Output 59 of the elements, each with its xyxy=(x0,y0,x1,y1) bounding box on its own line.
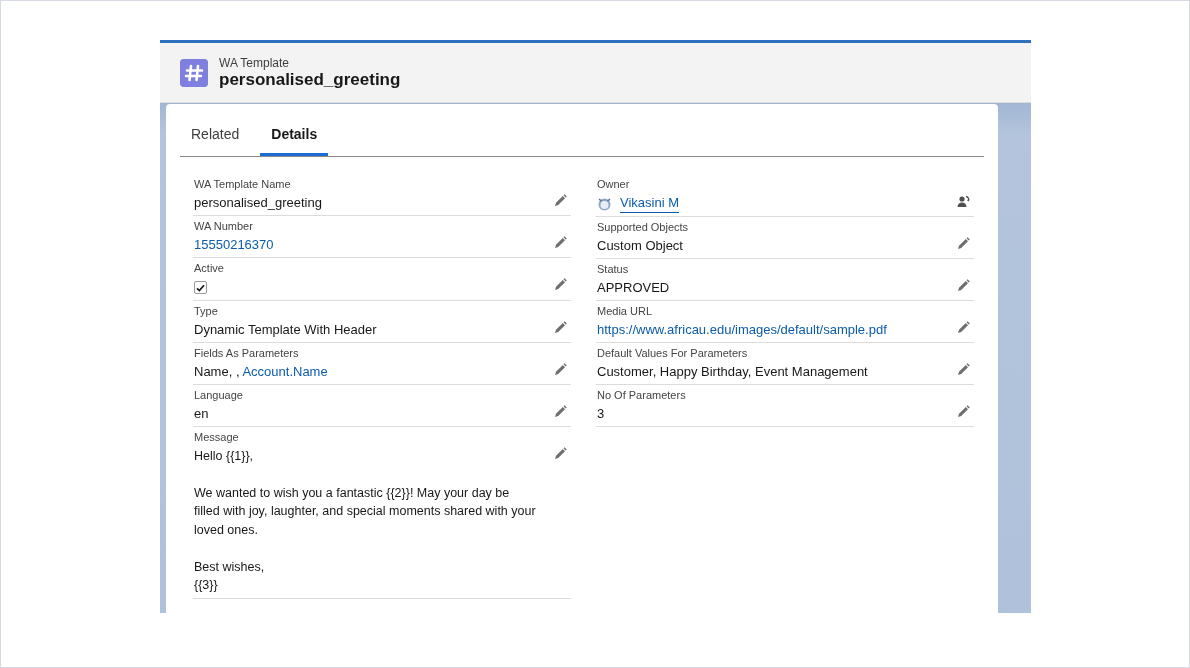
change-owner-button[interactable] xyxy=(956,194,970,208)
edit-button[interactable] xyxy=(956,363,970,377)
field-value: 3 xyxy=(597,406,605,421)
pencil-icon xyxy=(553,446,567,461)
field-link[interactable]: Account.Name xyxy=(242,363,328,379)
field-value: Name, , xyxy=(194,363,241,379)
field-label: No Of Parameters xyxy=(597,388,687,402)
field-value: en xyxy=(194,405,209,421)
pencil-icon xyxy=(956,321,970,335)
field-link[interactable]: 15550216370 xyxy=(194,237,274,252)
field-label: Status xyxy=(597,262,630,276)
pencil-icon xyxy=(956,363,970,377)
field-label: Active xyxy=(194,261,225,275)
field-label: Type xyxy=(194,303,219,318)
checkbox[interactable] xyxy=(194,281,207,294)
field-link[interactable]: https://www.africau.edu/images/default/sample.pdf xyxy=(597,322,887,337)
edit-button[interactable] xyxy=(956,237,970,251)
pencil-icon xyxy=(553,320,567,335)
edit-button[interactable] xyxy=(956,279,970,293)
field-label: Supported Objects xyxy=(597,220,690,234)
pencil-icon xyxy=(956,237,970,251)
avatar-icon xyxy=(597,196,612,211)
field-value: APPROVED xyxy=(597,280,670,295)
field-label: Owner xyxy=(597,177,631,191)
pencil-icon xyxy=(553,362,567,377)
pencil-icon xyxy=(956,279,970,293)
person-arrow-icon xyxy=(956,194,970,208)
edit-button[interactable] xyxy=(553,236,567,250)
edit-button[interactable] xyxy=(956,321,970,335)
app-icon xyxy=(180,58,208,87)
field-label: Default Values For Parameters xyxy=(597,346,749,360)
object-label: WA Template xyxy=(219,55,291,70)
owner-link[interactable]: Vikasini M xyxy=(620,194,679,213)
edit-button[interactable] xyxy=(553,194,567,208)
edit-button[interactable] xyxy=(553,404,567,419)
pencil-icon xyxy=(956,405,970,419)
field-label: Language xyxy=(194,387,244,402)
message-text: Hello {{1}}, We wanted to wish you a fantastic {{2}}! May your day be filled with joy, laughter, and special moments shared with your loved ones. Best wishes, {{3}} xyxy=(194,447,537,594)
edit-button[interactable] xyxy=(956,405,970,419)
edit-button[interactable] xyxy=(553,320,567,335)
edit-button[interactable] xyxy=(553,362,567,377)
field-label: Media URL xyxy=(597,304,654,318)
field-label: Message xyxy=(194,429,240,444)
field-label: Fields As Parameters xyxy=(194,345,300,360)
record-title: personalised_greeting xyxy=(219,69,401,90)
field-value: Custom Object xyxy=(597,238,683,253)
pencil-icon xyxy=(553,404,567,419)
field-value: Customer, Happy Birthday, Event Management xyxy=(597,364,868,379)
tab[interactable]: Details xyxy=(260,118,329,156)
field-value: personalised_greeting xyxy=(194,195,322,210)
field-value: Dynamic Template With Header xyxy=(194,321,377,337)
edit-button[interactable] xyxy=(553,278,567,292)
edit-button[interactable] xyxy=(553,446,567,461)
field-label: WA Number xyxy=(194,219,254,233)
pencil-icon xyxy=(553,194,567,208)
pencil-icon xyxy=(553,236,567,250)
tab[interactable]: Related xyxy=(180,118,251,156)
pencil-icon xyxy=(553,278,567,292)
field-label: WA Template Name xyxy=(194,177,292,191)
